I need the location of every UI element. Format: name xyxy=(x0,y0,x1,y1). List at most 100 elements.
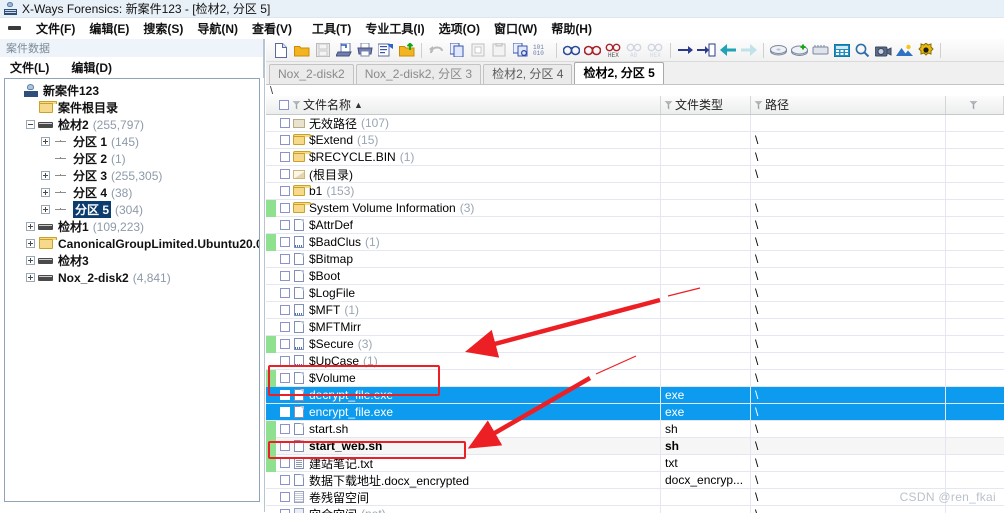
report-icon[interactable] xyxy=(375,40,396,60)
cell-filename[interactable]: $LogFile xyxy=(276,285,661,302)
tree-node-6[interactable]: 分区 4(38) xyxy=(5,184,259,201)
save-icon[interactable] xyxy=(312,40,333,60)
tree-node-7[interactable]: 分区 5(304) xyxy=(5,201,259,218)
row-checkbox[interactable] xyxy=(280,305,290,315)
tree-node-1[interactable]: 案件根目录 xyxy=(5,99,259,116)
tree-node-4[interactable]: 分区 2(1) xyxy=(5,150,259,167)
cell-filename[interactable]: $Bitmap xyxy=(276,251,661,268)
row-checkbox[interactable] xyxy=(280,169,290,179)
paste-icon[interactable] xyxy=(489,40,510,60)
tab-nox2-disk2[interactable]: Nox_2-disk2 xyxy=(269,64,354,84)
table-row[interactable]: $Secure(3)\ xyxy=(266,336,1004,353)
tree-expand-toggle[interactable] xyxy=(26,239,35,248)
row-checkbox[interactable] xyxy=(280,118,290,128)
row-checkbox[interactable] xyxy=(280,271,290,281)
column-header-filename[interactable]: 文件名称 ▲ xyxy=(276,96,661,114)
add-disk-icon[interactable] xyxy=(789,40,810,60)
row-checkbox[interactable] xyxy=(280,407,290,417)
cell-filename[interactable]: 数据下载地址.docx_encrypted xyxy=(276,472,661,489)
camera-icon[interactable] xyxy=(873,40,894,60)
tree-node-2[interactable]: 检材2(255,797) xyxy=(5,116,259,133)
tab-evidence2-partition5[interactable]: 检材2, 分区 5 xyxy=(574,62,663,84)
print-icon[interactable] xyxy=(354,40,375,60)
row-checkbox[interactable] xyxy=(280,492,290,502)
open-disk-icon[interactable] xyxy=(768,40,789,60)
paste-into-icon[interactable] xyxy=(468,40,489,60)
tree-expand-toggle[interactable] xyxy=(26,256,35,265)
recover-copy-icon[interactable] xyxy=(333,40,354,60)
table-row[interactable]: $RECYCLE.BIN(1)\ xyxy=(266,149,1004,166)
menu-item-search[interactable]: 搜索(S) xyxy=(136,19,190,38)
cell-filename[interactable]: $BadClus(1) xyxy=(276,234,661,251)
cell-filename[interactable]: $MFTMirr xyxy=(276,319,661,336)
column-header-path[interactable]: 路径 xyxy=(751,96,946,114)
filter-icon-filetype[interactable] xyxy=(664,101,673,110)
table-row[interactable]: $LogFile\ xyxy=(266,285,1004,302)
row-checkbox[interactable] xyxy=(280,135,290,145)
table-row[interactable]: b1(153) xyxy=(266,183,1004,200)
filter-icon-extra[interactable] xyxy=(969,101,978,110)
cell-filename[interactable]: $AttrDef xyxy=(276,217,661,234)
row-checkbox[interactable] xyxy=(280,475,290,485)
undo-icon[interactable] xyxy=(426,40,447,60)
row-checkbox[interactable] xyxy=(280,237,290,247)
row-checkbox[interactable] xyxy=(280,220,290,230)
tree-node-11[interactable]: Nox_2-disk2(4,841) xyxy=(5,269,259,286)
menu-item-file[interactable]: 文件(F) xyxy=(29,19,82,38)
system-menu-icon[interactable] xyxy=(8,26,21,30)
table-row[interactable]: $AttrDef\ xyxy=(266,217,1004,234)
table-row[interactable]: $MFT(1)\ xyxy=(266,302,1004,319)
memory-icon[interactable] xyxy=(810,40,831,60)
tree-node-10[interactable]: 检材3 xyxy=(5,252,259,269)
row-checkbox[interactable] xyxy=(280,458,290,468)
cell-filename[interactable]: start.sh xyxy=(276,421,661,438)
row-checkbox[interactable] xyxy=(280,186,290,196)
row-checkbox[interactable] xyxy=(280,203,290,213)
column-header-filetype[interactable]: 文件类型 xyxy=(661,96,751,114)
tree-expand-toggle[interactable] xyxy=(41,137,50,146)
table-row[interactable]: 数据下载地址.docx_encrypteddocx_encryp...\ xyxy=(266,472,1004,489)
menu-item-options[interactable]: 选项(O) xyxy=(432,19,487,38)
copy-block-icon[interactable] xyxy=(510,40,531,60)
row-checkbox[interactable] xyxy=(280,288,290,298)
menu-item-view[interactable]: 查看(V) xyxy=(245,19,299,38)
row-checkbox[interactable] xyxy=(280,424,290,434)
table-row[interactable]: System Volume Information(3)\ xyxy=(266,200,1004,217)
find-hex-icon[interactable]: HEX xyxy=(603,40,624,60)
cell-filename[interactable]: $Extend(15) xyxy=(276,132,661,149)
tree-node-0[interactable]: 新案件123 xyxy=(5,82,259,99)
search-icon[interactable] xyxy=(852,40,873,60)
filter-icon-path[interactable] xyxy=(754,101,763,110)
copy-icon[interactable] xyxy=(447,40,468,60)
forward-icon[interactable] xyxy=(738,40,759,60)
table-row[interactable]: 卷残留空间\ xyxy=(266,489,1004,506)
tree-expand-toggle[interactable] xyxy=(41,188,50,197)
table-row[interactable]: 无效路径(107) xyxy=(266,115,1004,132)
cell-filename[interactable]: $RECYCLE.BIN(1) xyxy=(276,149,661,166)
row-checkbox[interactable] xyxy=(280,254,290,264)
table-row[interactable]: (根目录)\ xyxy=(266,166,1004,183)
cell-filename[interactable]: $MFT(1) xyxy=(276,302,661,319)
cell-filename[interactable]: System Volume Information(3) xyxy=(276,200,661,217)
table-row[interactable]: $Boot\ xyxy=(266,268,1004,285)
table-row[interactable]: $Bitmap\ xyxy=(266,251,1004,268)
case-menu-file[interactable]: 文件(L) xyxy=(10,58,59,77)
menu-item-edit[interactable]: 编辑(E) xyxy=(82,19,136,38)
export-folder-icon[interactable] xyxy=(396,40,417,60)
find-icon[interactable] xyxy=(561,40,582,60)
select-all-checkbox[interactable] xyxy=(279,100,289,110)
tree-node-8[interactable]: 检材1(109,223) xyxy=(5,218,259,235)
find-next-hex-icon[interactable]: HEX xyxy=(645,40,666,60)
menu-item-help[interactable]: 帮助(H) xyxy=(544,19,599,38)
settings-gear-icon[interactable] xyxy=(915,40,936,60)
back-icon[interactable] xyxy=(717,40,738,60)
table-row[interactable]: $MFTMirr\ xyxy=(266,319,1004,336)
menu-item-specialist-tools[interactable]: 专业工具(I) xyxy=(358,19,431,38)
menu-item-window[interactable]: 窗口(W) xyxy=(487,19,544,38)
tree-expand-toggle[interactable] xyxy=(26,222,35,231)
cell-filename[interactable]: (根目录) xyxy=(276,166,661,183)
calculator-icon[interactable] xyxy=(831,40,852,60)
filter-icon-filename[interactable] xyxy=(292,101,301,110)
cell-filename[interactable]: encrypt_file.exe xyxy=(276,404,661,421)
tab-nox2-disk2-partition3[interactable]: Nox_2-disk2, 分区 3 xyxy=(356,64,481,84)
